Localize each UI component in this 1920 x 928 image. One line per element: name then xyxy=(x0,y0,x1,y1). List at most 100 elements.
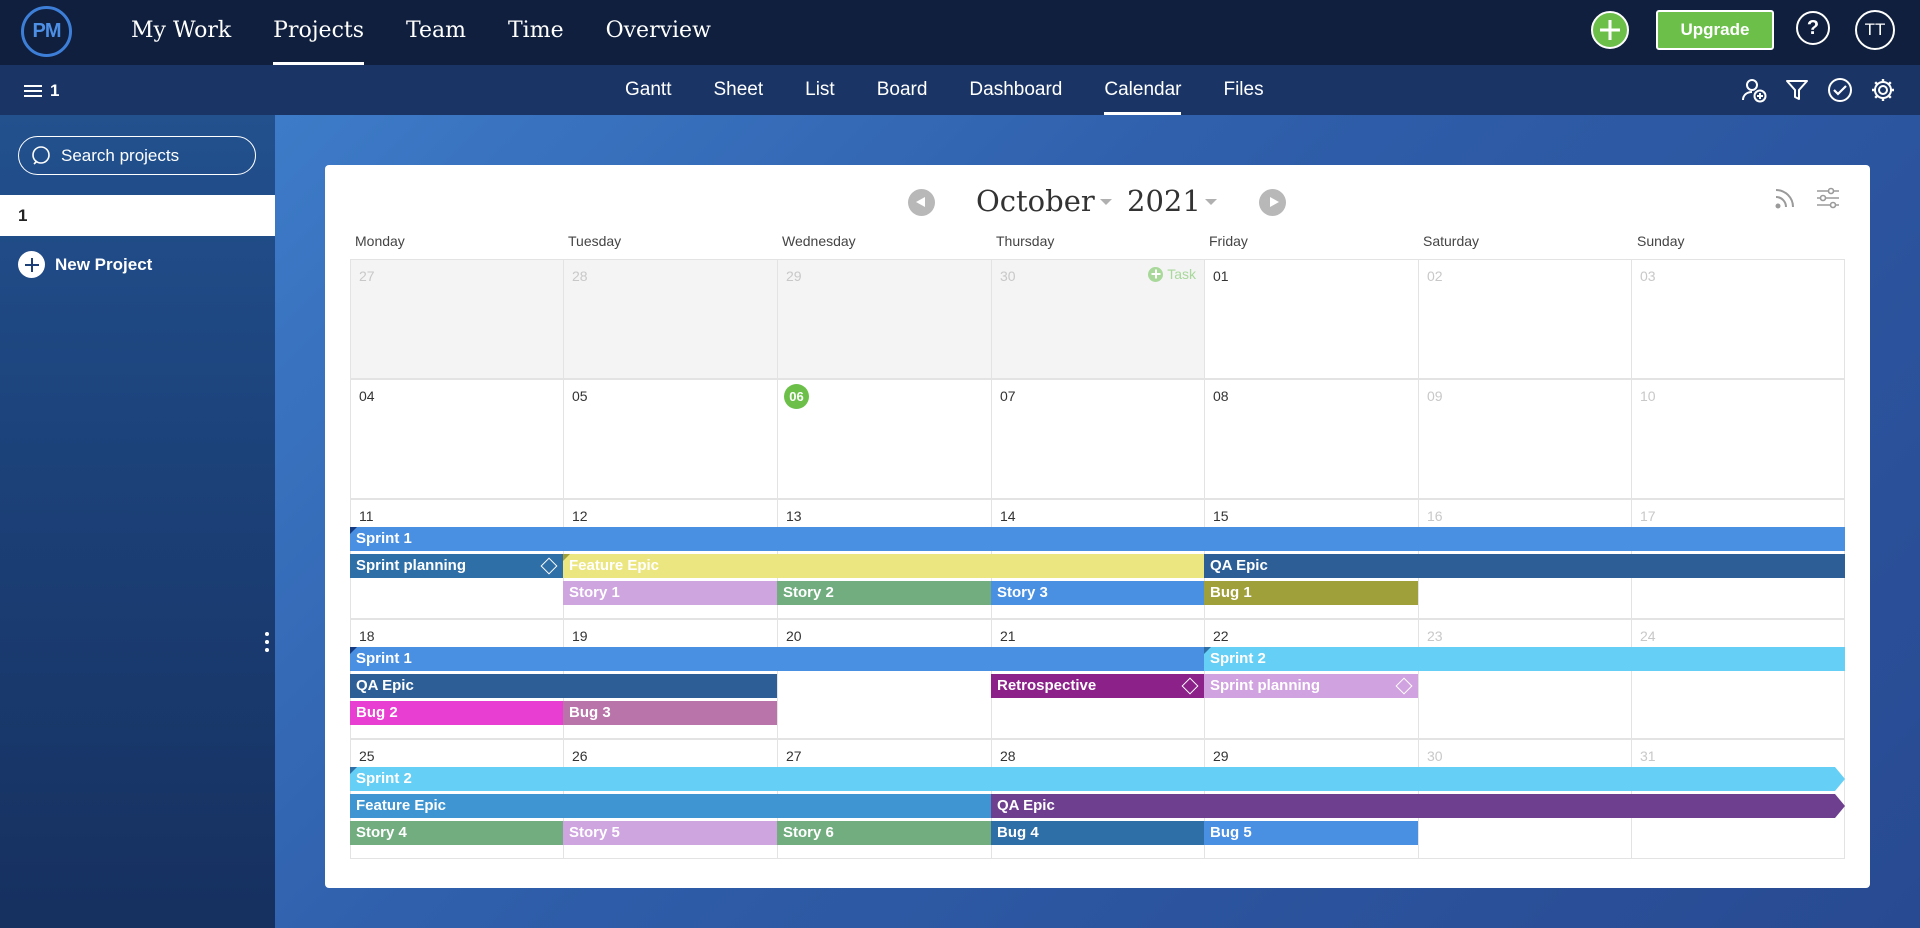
nav-projects[interactable]: Projects xyxy=(252,0,385,65)
year-select[interactable]: 2021 xyxy=(1127,181,1201,221)
tab-dashboard[interactable]: Dashboard xyxy=(948,65,1083,115)
day-cell[interactable]: 29 xyxy=(777,259,992,379)
day-cell[interactable]: 23 xyxy=(1418,619,1632,739)
day-cell[interactable]: 03 xyxy=(1631,259,1845,379)
add-new-icon[interactable] xyxy=(1591,11,1629,49)
event-sprint-1[interactable]: Sprint 1 xyxy=(350,527,1845,551)
event-story-2[interactable]: Story 2 xyxy=(777,581,991,605)
event-story-6[interactable]: Story 6 xyxy=(777,821,991,845)
event-label: Bug 3 xyxy=(569,704,611,721)
check-circle-icon[interactable] xyxy=(1827,77,1853,103)
event-label: Story 3 xyxy=(997,584,1048,601)
tab-calendar[interactable]: Calendar xyxy=(1083,65,1202,115)
dayheader-friday: Friday xyxy=(1209,233,1248,249)
prev-month-button[interactable] xyxy=(908,189,935,216)
sidebar-item-project-1[interactable]: 1 xyxy=(0,195,275,236)
help-icon[interactable]: ? xyxy=(1796,11,1830,45)
month-select[interactable]: October xyxy=(976,181,1095,221)
gear-icon[interactable] xyxy=(1870,77,1896,103)
upgrade-button[interactable]: Upgrade xyxy=(1656,10,1774,50)
day-cell[interactable]: 30 Task xyxy=(991,259,1205,379)
tab-files[interactable]: Files xyxy=(1202,65,1284,115)
main-nav: My Work Projects Team Time Overview xyxy=(110,0,732,65)
rss-feed-icon[interactable] xyxy=(1773,185,1799,211)
day-number: 28 xyxy=(1000,748,1016,764)
event-label: Feature Epic xyxy=(569,557,660,574)
day-cell[interactable]: 06 xyxy=(777,379,992,499)
event-label: QA Epic xyxy=(1210,557,1268,574)
new-project-button[interactable]: New Project xyxy=(18,251,152,278)
event-label: Sprint planning xyxy=(1210,677,1320,694)
nav-team[interactable]: Team xyxy=(385,0,487,65)
dayheader-tuesday: Tuesday xyxy=(568,233,622,249)
event-sprint-2[interactable]: Sprint 2 xyxy=(350,767,1845,791)
day-cell[interactable]: 09 xyxy=(1418,379,1632,499)
event-bug-4[interactable]: Bug 4 xyxy=(991,821,1204,845)
day-number: 12 xyxy=(572,508,588,524)
event-story-5[interactable]: Story 5 xyxy=(563,821,777,845)
week-row: 11 12 13 14 15 16 17 Sprint 1 Sprint pla… xyxy=(350,499,1845,619)
day-number: 24 xyxy=(1640,628,1656,644)
dayheader-saturday: Saturday xyxy=(1423,233,1480,249)
day-cell[interactable]: 05 xyxy=(563,379,778,499)
day-cell[interactable]: 04 xyxy=(350,379,564,499)
event-feature-epic[interactable]: Feature Epic xyxy=(350,794,991,818)
day-cell[interactable]: 20 xyxy=(777,619,992,739)
filter-icon[interactable] xyxy=(1784,77,1810,103)
event-label: Sprint 1 xyxy=(356,530,412,547)
event-label: QA Epic xyxy=(356,677,414,694)
sidebar-toggle[interactable]: 1 xyxy=(24,81,59,101)
event-bug-2[interactable]: Bug 2 xyxy=(350,701,563,725)
week-row: 18 19 20 21 22 23 24 Sprint 1 Sprint 2 Q… xyxy=(350,619,1845,739)
nav-overview[interactable]: Overview xyxy=(585,0,732,65)
avatar[interactable]: TT xyxy=(1855,10,1895,50)
day-number: 18 xyxy=(359,628,375,644)
next-month-button[interactable] xyxy=(1259,189,1286,216)
day-cell[interactable]: 08 xyxy=(1204,379,1419,499)
event-label: Story 5 xyxy=(569,824,620,841)
event-story-4[interactable]: Story 4 xyxy=(350,821,563,845)
day-cell[interactable]: 01 xyxy=(1204,259,1419,379)
event-bug-3[interactable]: Bug 3 xyxy=(563,701,777,725)
nav-time[interactable]: Time xyxy=(487,0,585,65)
pm-logo[interactable]: PM xyxy=(21,6,72,57)
event-feature-epic[interactable]: Feature Epic xyxy=(563,554,1204,578)
nav-my-work[interactable]: My Work xyxy=(110,0,252,65)
event-qa-epic[interactable]: QA Epic xyxy=(991,794,1845,818)
year-dropdown-caret[interactable] xyxy=(1205,199,1217,205)
search-input[interactable]: Search projects xyxy=(18,136,256,175)
settings-sliders-icon[interactable] xyxy=(1815,185,1841,211)
plus-icon xyxy=(1148,266,1164,282)
event-sprint-1[interactable]: Sprint 1 xyxy=(350,647,1204,671)
add-task-button[interactable]: Task xyxy=(1148,266,1196,282)
day-number: 05 xyxy=(572,388,588,404)
event-retrospective[interactable]: Retrospective xyxy=(991,674,1204,698)
event-sprint-2[interactable]: Sprint 2 xyxy=(1204,647,1845,671)
tab-list[interactable]: List xyxy=(784,65,856,115)
tab-sheet[interactable]: Sheet xyxy=(692,65,784,115)
event-qa-epic[interactable]: QA Epic xyxy=(350,674,777,698)
event-story-1[interactable]: Story 1 xyxy=(563,581,777,605)
tab-board[interactable]: Board xyxy=(856,65,949,115)
dayheader-thursday: Thursday xyxy=(996,233,1055,249)
event-bug-5[interactable]: Bug 5 xyxy=(1204,821,1418,845)
day-cell[interactable]: 24 xyxy=(1631,619,1845,739)
day-cell[interactable]: 27 xyxy=(350,259,564,379)
tab-gantt[interactable]: Gantt xyxy=(604,65,692,115)
month-dropdown-caret[interactable] xyxy=(1100,199,1112,205)
event-story-3[interactable]: Story 3 xyxy=(991,581,1204,605)
day-cell[interactable]: 07 xyxy=(991,379,1205,499)
milestone-diamond-icon xyxy=(1181,677,1199,695)
day-cell[interactable]: 28 xyxy=(563,259,778,379)
event-bug-1[interactable]: Bug 1 xyxy=(1204,581,1418,605)
add-user-icon[interactable] xyxy=(1741,77,1767,103)
day-number: 03 xyxy=(1640,268,1656,284)
day-cell[interactable]: 02 xyxy=(1418,259,1632,379)
event-sprint-planning[interactable]: Sprint planning xyxy=(1204,674,1418,698)
event-qa-epic[interactable]: QA Epic xyxy=(1204,554,1845,578)
day-cell[interactable]: 10 xyxy=(1631,379,1845,499)
sidebar-resize-handle[interactable] xyxy=(264,632,270,654)
day-number: 30 xyxy=(1000,268,1016,284)
event-sprint-planning[interactable]: Sprint planning xyxy=(350,554,563,578)
day-number: 27 xyxy=(786,748,802,764)
